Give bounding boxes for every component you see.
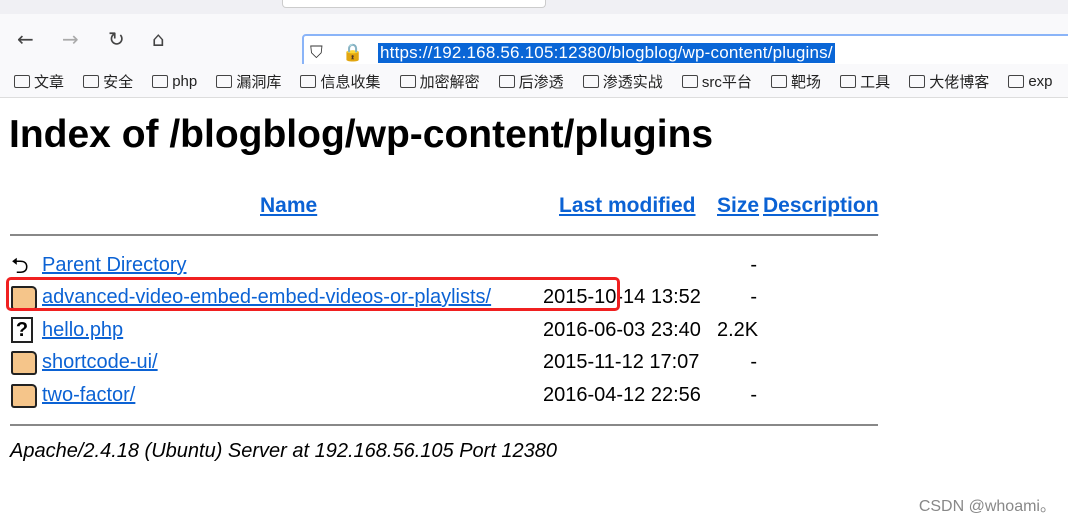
folder-icon bbox=[582, 75, 599, 88]
divider bbox=[10, 234, 878, 236]
bookmark-folder[interactable]: 加密解密 bbox=[399, 71, 480, 92]
bookmarks-bar: 文章 安全 php 漏洞库 信息收集 加密解密 后渗透 渗透实战 src平台 靶… bbox=[0, 64, 1068, 98]
folder-icon bbox=[14, 75, 30, 88]
file-link[interactable]: shortcode-ui/ bbox=[42, 351, 158, 374]
table-row: ? hello.php 2016-06-03 23:40 2.2K bbox=[0, 317, 900, 347]
folder-icon bbox=[681, 75, 698, 88]
file-link[interactable]: Parent Directory bbox=[42, 254, 187, 277]
folder-icon bbox=[909, 75, 926, 88]
bookmark-folder[interactable]: exp bbox=[1008, 73, 1053, 90]
sort-by-modified-link[interactable]: Last modified bbox=[559, 194, 696, 218]
folder-icon bbox=[11, 351, 37, 375]
file-link[interactable]: hello.php bbox=[42, 319, 123, 342]
sort-by-description-link[interactable]: Description bbox=[763, 194, 879, 218]
folder-icon bbox=[216, 75, 233, 88]
bookmark-folder[interactable]: 大佬博客 bbox=[909, 71, 989, 92]
file-size: - bbox=[750, 384, 757, 406]
watermark: CSDN @whoami。 bbox=[918, 498, 1056, 515]
table-row: shortcode-ui/ 2015-11-12 17:07 - bbox=[0, 349, 900, 379]
page-title: Index of /blogblog/wp-content/plugins bbox=[9, 113, 714, 156]
folder-icon bbox=[770, 75, 787, 88]
bookmark-folder[interactable]: 工具 bbox=[840, 71, 890, 92]
back-icon: ⮌ bbox=[11, 253, 29, 278]
file-size: - bbox=[750, 351, 757, 373]
forward-icon[interactable]: → bbox=[62, 28, 79, 50]
bookmark-folder[interactable]: 靶场 bbox=[770, 71, 821, 92]
folder-icon bbox=[152, 75, 169, 88]
folder-icon bbox=[399, 75, 416, 88]
bookmark-folder[interactable]: src平台 bbox=[681, 71, 752, 92]
table-row: two-factor/ 2016-04-12 22:56 - bbox=[0, 382, 900, 412]
file-link[interactable]: two-factor/ bbox=[42, 384, 135, 407]
lock-warning-icon[interactable]: 🔒 bbox=[342, 43, 363, 63]
bookmark-folder[interactable]: 渗透实战 bbox=[582, 71, 663, 92]
reload-icon[interactable]: ↻ bbox=[108, 28, 125, 50]
folder-icon bbox=[498, 75, 515, 88]
bookmark-folder[interactable]: 安全 bbox=[83, 71, 133, 92]
back-icon[interactable]: ← bbox=[17, 28, 34, 50]
browser-tab[interactable] bbox=[282, 0, 546, 8]
divider bbox=[10, 424, 878, 426]
modified-date: 2016-06-03 23:40 bbox=[543, 319, 701, 341]
nav-bar: ← → ↻ ⌂ ⛉ 🔒 https://192.168.56.105:12380… bbox=[0, 14, 1068, 72]
file-size: - bbox=[750, 286, 757, 308]
bookmark-folder[interactable]: 漏洞库 bbox=[216, 71, 281, 92]
modified-date: 2016-04-12 22:56 bbox=[543, 384, 701, 406]
folder-icon bbox=[1008, 75, 1025, 88]
bookmark-folder[interactable]: php bbox=[152, 73, 197, 90]
modified-date: 2015-11-12 17:07 bbox=[543, 351, 700, 373]
bookmark-folder[interactable]: 信息收集 bbox=[300, 71, 380, 92]
unknown-file-icon: ? bbox=[11, 317, 33, 343]
server-signature: Apache/2.4.18 (Ubuntu) Server at 192.168… bbox=[10, 440, 558, 462]
folder-icon bbox=[840, 75, 857, 88]
sort-by-name-link[interactable]: Name bbox=[260, 194, 317, 218]
home-icon[interactable]: ⌂ bbox=[152, 28, 165, 50]
file-size: 2.2K bbox=[717, 319, 759, 341]
folder-icon bbox=[300, 75, 317, 88]
highlight-box bbox=[6, 277, 620, 311]
file-size: - bbox=[750, 254, 757, 276]
tab-strip bbox=[0, 0, 1068, 14]
folder-icon bbox=[83, 75, 100, 88]
bookmark-folder[interactable]: 文章 bbox=[14, 71, 64, 92]
url-text[interactable]: https://192.168.56.105:12380/blogblog/wp… bbox=[378, 43, 835, 63]
bookmark-folder[interactable]: 后渗透 bbox=[498, 71, 564, 92]
sort-by-size-link[interactable]: Size bbox=[717, 194, 759, 218]
shield-icon[interactable]: ⛉ bbox=[310, 43, 323, 63]
folder-icon bbox=[11, 384, 37, 408]
